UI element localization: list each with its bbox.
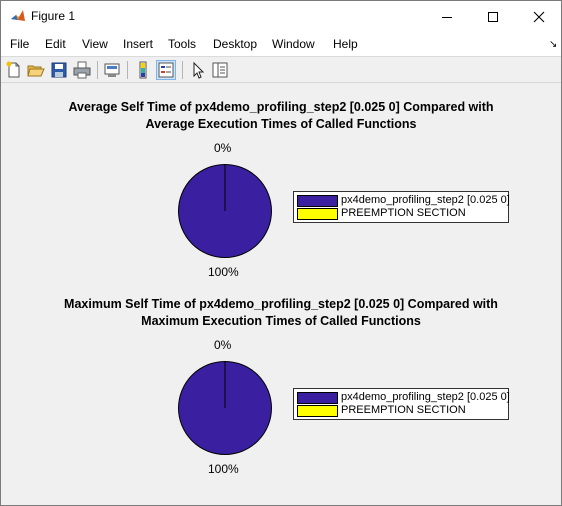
menu-desktop[interactable]: Desktop (213, 37, 257, 51)
toolbar-separator (97, 61, 98, 79)
legend-label: PREEMPTION SECTION (341, 404, 466, 416)
close-button[interactable] (516, 1, 562, 32)
open-file-icon[interactable] (26, 60, 46, 80)
property-inspector-icon[interactable] (210, 60, 230, 80)
new-figure-icon[interactable] (4, 60, 24, 80)
print-icon[interactable] (72, 60, 92, 80)
minimize-button[interactable] (424, 1, 470, 32)
menu-window[interactable]: Window (272, 37, 315, 51)
save-icon[interactable] (49, 60, 69, 80)
plot-2-slice-label-100: 100% (208, 462, 239, 476)
plot-2-title-line-2: Maximum Execution Times of Called Functi… (141, 314, 421, 328)
menu-view[interactable]: View (82, 37, 108, 51)
link-plot-icon[interactable] (102, 60, 122, 80)
edit-plot-pointer-icon[interactable] (188, 60, 208, 80)
figure-toolbar (1, 57, 561, 83)
plot-1-pie-chart (178, 164, 272, 258)
plot-2-legend[interactable]: px4demo_profiling_step2 [0.025 0] PREEMP… (293, 388, 510, 420)
plot-2-pie-chart (178, 361, 272, 455)
legend-label: px4demo_profiling_step2 [0.025 0] (341, 194, 510, 206)
plot-1-slice-label-100: 100% (208, 265, 239, 279)
plot-2-title: Maximum Self Time of px4demo_profiling_s… (1, 296, 561, 330)
legend-swatch (297, 392, 338, 404)
toolbar-separator (127, 61, 128, 79)
menu-insert[interactable]: Insert (123, 37, 153, 51)
dock-arrow-icon[interactable]: ↘ (549, 39, 557, 50)
menu-bar: File Edit View Insert Tools Desktop Wind… (1, 32, 561, 57)
legend-swatch (297, 405, 338, 417)
legend-label: px4demo_profiling_step2 [0.025 0] (341, 391, 510, 403)
plot-1-title-line-2: Average Execution Times of Called Functi… (145, 117, 417, 131)
menu-help[interactable]: Help (333, 37, 358, 51)
insert-legend-icon[interactable] (156, 60, 176, 80)
plot-2-title-line-1: Maximum Self Time of px4demo_profiling_s… (64, 297, 498, 311)
toolbar-separator (182, 61, 183, 79)
matlab-icon (10, 8, 26, 24)
plot-1-legend[interactable]: px4demo_profiling_step2 [0.025 0] PREEMP… (293, 191, 510, 223)
title-bar[interactable]: Figure 1 (1, 1, 561, 32)
plot-2-slice-label-0: 0% (214, 338, 232, 352)
legend-swatch (297, 208, 338, 220)
figure-window: Figure 1 File Edit View Insert Tools Des… (0, 0, 562, 506)
plot-1-title: Average Self Time of px4demo_profiling_s… (1, 99, 561, 133)
legend-swatch (297, 195, 338, 207)
menu-tools[interactable]: Tools (168, 37, 196, 51)
legend-label: PREEMPTION SECTION (341, 207, 466, 219)
menu-edit[interactable]: Edit (45, 37, 66, 51)
insert-colorbar-icon[interactable] (133, 60, 153, 80)
plot-1-title-line-1: Average Self Time of px4demo_profiling_s… (68, 100, 494, 114)
menu-file[interactable]: File (10, 37, 29, 51)
maximize-button[interactable] (470, 1, 516, 32)
plot-1-slice-label-0: 0% (214, 141, 232, 155)
window-title: Figure 1 (31, 9, 76, 23)
